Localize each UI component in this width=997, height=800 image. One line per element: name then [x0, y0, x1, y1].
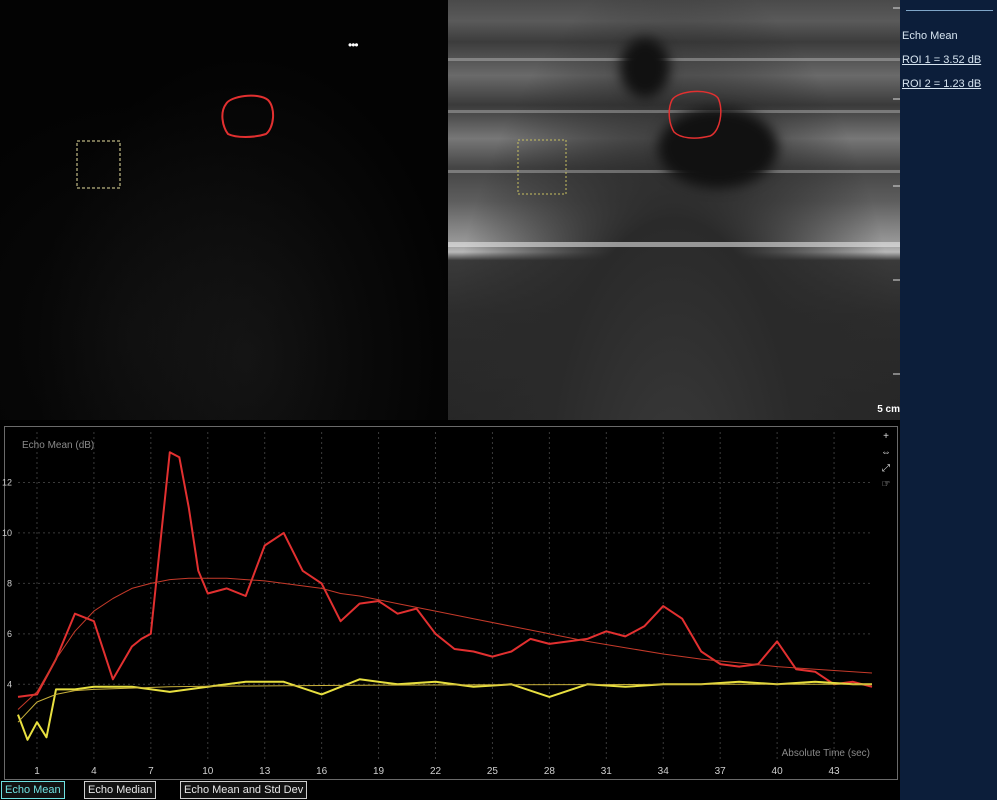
x-axis-label: Absolute Time (sec)	[782, 748, 870, 759]
x-tick-label: 25	[487, 766, 499, 777]
pointer-icon[interactable]: ☞	[878, 478, 894, 492]
fit-icon[interactable]: ⤢	[878, 462, 894, 476]
series-roi-1	[17, 451, 873, 698]
chart-svg: 1 4 7 10 13 16 19 22 25 28 31 34 37 40 434681012Echo M…	[2, 432, 873, 777]
y-tick-label: 10	[2, 528, 12, 538]
x-tick-label: 19	[373, 766, 385, 777]
x-tick-label: 40	[772, 766, 784, 777]
chart-toolbar: + ⇔ ⤢ ☞	[876, 428, 896, 518]
legend-title: Echo Mean	[902, 30, 958, 42]
x-tick-label: 1	[34, 766, 40, 777]
panel-divider	[906, 10, 993, 11]
x-tick-label: 16	[316, 766, 328, 777]
y-tick-label: 6	[7, 629, 12, 639]
x-tick-label: 7	[148, 766, 154, 777]
x-tick-label: 37	[715, 766, 727, 777]
bmode-image-view[interactable]: 5 cm	[448, 0, 900, 420]
x-tick-label: 10	[202, 766, 214, 777]
x-tick-label: 4	[91, 766, 97, 777]
tab-echo-median[interactable]: Echo Median	[84, 781, 157, 799]
roi2-outline-bmode	[517, 139, 567, 195]
contrast-image-view[interactable]: •••	[0, 0, 448, 420]
contrast-roi-overlay	[76, 94, 274, 189]
contrast-marker: •••	[348, 38, 359, 52]
y-axis-label: Echo Mean (dB)	[22, 440, 94, 451]
bmode-roi-overlay	[517, 90, 722, 195]
roi1-outline	[221, 94, 274, 138]
y-tick-label: 8	[7, 578, 12, 588]
depth-scale	[890, 0, 900, 420]
series-roi-2-fit	[17, 683, 872, 723]
legend-roi1[interactable]: ROI 1 = 3.52 dB	[902, 54, 981, 66]
x-tick-label: 13	[259, 766, 271, 777]
tab-echo-mean[interactable]: Echo Mean	[1, 781, 65, 799]
series-roi-1-fit	[17, 577, 873, 710]
x-tick-label: 34	[658, 766, 670, 777]
tab-echo-mean-std[interactable]: Echo Mean and Std Dev	[180, 781, 308, 799]
tab-bar: Echo Mean Echo Median Echo Mean and Std …	[0, 780, 900, 800]
y-tick-label: 4	[7, 679, 12, 689]
y-tick-label: 12	[2, 477, 12, 487]
x-tick-label: 28	[544, 766, 556, 777]
roi2-outline	[76, 140, 121, 189]
pan-icon[interactable]: ⇔	[878, 446, 894, 460]
x-tick-label: 31	[601, 766, 613, 777]
zoom-in-icon[interactable]: +	[878, 430, 894, 444]
scale-label: 5 cm	[877, 404, 900, 415]
roi-legend-panel: Echo Mean ROI 1 = 3.52 dB ROI 2 = 1.23 d…	[900, 0, 997, 800]
time-intensity-chart[interactable]: 1 4 7 10 13 16 19 22 25 28 31 34 37 40 43 4 6 8 10 12 Echo M…	[0, 424, 900, 780]
series-roi-2	[17, 678, 872, 741]
x-tick-label: 22	[430, 766, 442, 777]
x-tick-label: 43	[828, 766, 840, 777]
legend-roi2[interactable]: ROI 2 = 1.23 dB	[902, 78, 981, 90]
roi1-outline-bmode	[668, 90, 722, 139]
